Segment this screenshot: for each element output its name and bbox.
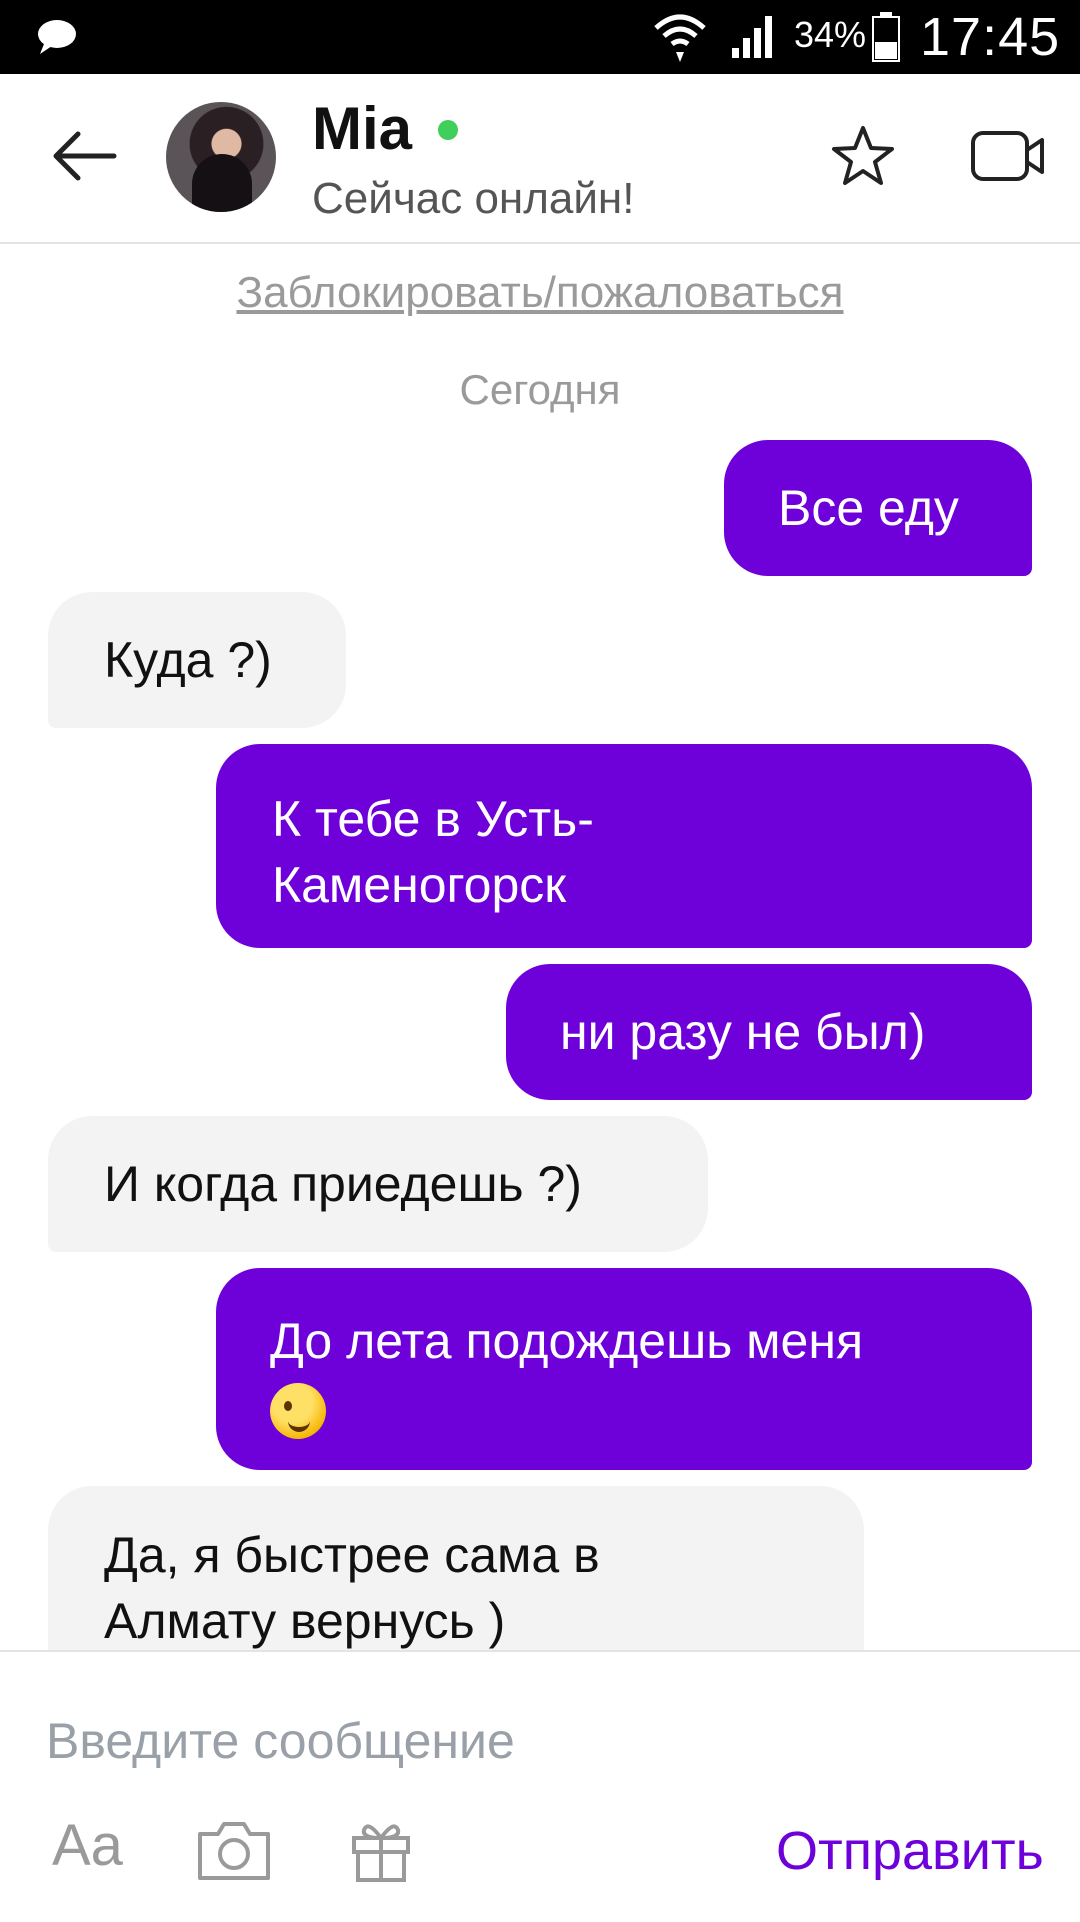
signal-icon <box>732 16 772 58</box>
message-text: Да, я быстрее сама в <box>104 1527 600 1583</box>
message-icon <box>38 20 76 54</box>
message-incoming[interactable]: И когда приедешь ?) <box>48 1116 708 1252</box>
message-text: Алмату вернусь ) <box>104 1593 506 1649</box>
contact-status: Сейчас онлайн! <box>312 174 635 223</box>
avatar[interactable] <box>166 102 276 212</box>
contact-name[interactable]: Mia <box>312 94 412 163</box>
message-text: Все еду <box>778 480 959 536</box>
video-camera-icon[interactable] <box>970 130 1046 182</box>
battery-icon <box>872 12 900 62</box>
gift-icon[interactable] <box>350 1818 412 1882</box>
clock: 17:45 <box>920 7 1061 67</box>
message-text: Куда ?) <box>104 632 272 688</box>
camera-icon[interactable] <box>196 1818 272 1882</box>
message-outgoing[interactable]: К тебе в Усть- Каменогорск <box>216 744 1032 948</box>
message-incoming[interactable]: Куда ?) <box>48 592 346 728</box>
message-text: К тебе в Усть- <box>272 791 594 847</box>
chat-header: Mia Сейчас онлайн! <box>0 74 1080 244</box>
message-input[interactable] <box>44 1700 748 1782</box>
date-separator: Сегодня <box>459 366 621 413</box>
message-text: Каменогорск <box>272 857 567 913</box>
star-icon[interactable] <box>830 124 896 188</box>
message-text: И когда приедешь ?) <box>104 1156 582 1212</box>
message-outgoing[interactable]: ни разу не был) <box>506 964 1032 1100</box>
wifi-icon <box>654 14 706 62</box>
send-button[interactable]: Отправить <box>776 1820 1044 1882</box>
block-report-link[interactable]: Заблокировать/пожаловаться <box>0 268 1080 318</box>
battery-percent: 34% <box>794 14 867 55</box>
text-format-button[interactable]: Aa <box>52 1812 123 1879</box>
status-bar: 34% 17:45 <box>0 0 1080 74</box>
online-indicator <box>438 120 458 140</box>
message-composer: Aa Отправить <box>0 1650 1080 1922</box>
winking-face-emoji-icon <box>270 1382 326 1439</box>
message-outgoing[interactable]: До лета подождешь меня <box>216 1268 1032 1470</box>
message-text: До лета подождешь меня <box>270 1313 864 1369</box>
message-outgoing[interactable]: Все еду <box>724 440 1032 576</box>
back-arrow-icon[interactable] <box>50 126 120 186</box>
message-text: ни разу не был) <box>560 1004 926 1060</box>
